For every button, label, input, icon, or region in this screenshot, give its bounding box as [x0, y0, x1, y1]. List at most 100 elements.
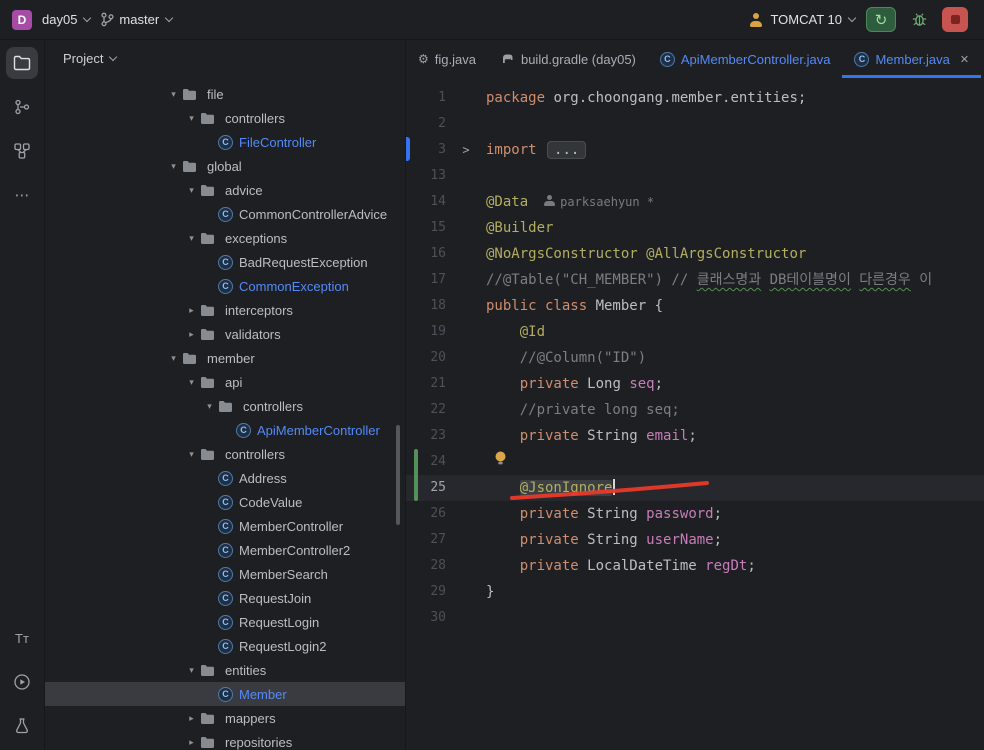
line-number[interactable]: 3	[406, 137, 446, 163]
tree-item-validators[interactable]: ▸ validators	[45, 322, 405, 346]
line-number[interactable]: 25	[406, 475, 446, 501]
line-number[interactable]: 20	[406, 345, 446, 371]
tree-item-global[interactable]: ▾ global	[45, 154, 405, 178]
vcs-change-marker-green[interactable]	[414, 449, 418, 501]
line-number[interactable]: 13	[406, 163, 446, 189]
line-number[interactable]: 23	[406, 423, 446, 449]
tree-item-controllers[interactable]: ▾ controllers	[45, 394, 405, 418]
line-number[interactable]: 30	[406, 605, 446, 631]
tree-item-repositories[interactable]: ▸ repositories	[45, 730, 405, 750]
chevron-down-icon[interactable]: ▾	[165, 161, 182, 172]
line-number[interactable]: 21	[406, 371, 446, 397]
tree-item-api[interactable]: ▾ api	[45, 370, 405, 394]
tree-item-interceptors[interactable]: ▸ interceptors	[45, 298, 405, 322]
fold-chevron-icon[interactable]: >	[446, 137, 486, 163]
chevron-down-icon[interactable]: ▾	[183, 185, 200, 196]
more-tool-windows-button[interactable]: ⋯	[6, 179, 38, 211]
code-line-25[interactable]: 25 @JsonIgnore	[406, 475, 984, 501]
tree-scrollbar[interactable]	[396, 425, 400, 525]
tree-item-commoncontrolleradvice[interactable]: C CommonControllerAdvice	[45, 202, 405, 226]
code-line-24[interactable]: 24	[406, 449, 984, 475]
line-number[interactable]: 16	[406, 241, 446, 267]
tree-item-exceptions[interactable]: ▾ exceptions	[45, 226, 405, 250]
code-line-22[interactable]: 22 //private long seq;	[406, 397, 984, 423]
tree-item-codevalue[interactable]: C CodeValue	[45, 490, 405, 514]
branch-selector[interactable]: master	[100, 12, 174, 27]
commit-tool-button[interactable]	[6, 91, 38, 123]
tree-item-requestlogin2[interactable]: C RequestLogin2	[45, 634, 405, 658]
code-line-21[interactable]: 21 private Long seq;	[406, 371, 984, 397]
tree-item-member[interactable]: ▾ member	[45, 346, 405, 370]
code-line-18[interactable]: 18 public class Member {	[406, 293, 984, 319]
chevron-right-icon[interactable]: ▸	[183, 305, 200, 316]
tree-item-controllers[interactable]: ▾ controllers	[45, 106, 405, 130]
line-number[interactable]: 27	[406, 527, 446, 553]
tree-item-address[interactable]: C Address	[45, 466, 405, 490]
tree-item-filecontroller[interactable]: C FileController	[45, 130, 405, 154]
stop-button[interactable]	[942, 7, 968, 32]
tree-item-entities[interactable]: ▾ entities	[45, 658, 405, 682]
code-line-30[interactable]: 30	[406, 605, 984, 631]
tree-item-apimembercontroller[interactable]: C ApiMemberController	[45, 418, 405, 442]
line-number[interactable]: 29	[406, 579, 446, 605]
intention-bulb-icon[interactable]	[494, 451, 507, 470]
code-line-19[interactable]: 19 @Id	[406, 319, 984, 345]
chevron-right-icon[interactable]: ▸	[183, 737, 200, 748]
tab-build.gradle-day05[interactable]: build.gradle (day05)	[488, 40, 648, 78]
chevron-right-icon[interactable]: ▸	[183, 713, 200, 724]
structure-tool-button[interactable]	[6, 135, 38, 167]
code-line-3[interactable]: 3 > import ...	[406, 137, 984, 163]
code-line-29[interactable]: 29}	[406, 579, 984, 605]
tree-item-badrequestexception[interactable]: C BadRequestException	[45, 250, 405, 274]
line-number[interactable]: 19	[406, 319, 446, 345]
run-button[interactable]: ↻	[866, 7, 896, 32]
line-number[interactable]: 15	[406, 215, 446, 241]
line-number[interactable]: 26	[406, 501, 446, 527]
code-line-20[interactable]: 20 //@Column("ID")	[406, 345, 984, 371]
tree-item-membersearch[interactable]: C MemberSearch	[45, 562, 405, 586]
line-number[interactable]: 14	[406, 189, 446, 215]
line-number[interactable]: 24	[406, 449, 446, 475]
code-line-17[interactable]: 17 //@Table("CH_MEMBER") // 클래스명과 DB테이블명이…	[406, 267, 984, 293]
code-line-16[interactable]: 16 @NoArgsConstructor @AllArgsConstructor	[406, 241, 984, 267]
line-number[interactable]: 17	[406, 267, 446, 293]
code-line-28[interactable]: 28 private LocalDateTime regDt;	[406, 553, 984, 579]
chevron-down-icon[interactable]: ▾	[201, 401, 218, 412]
line-number[interactable]: 18	[406, 293, 446, 319]
code-line-23[interactable]: 23 private String email;	[406, 423, 984, 449]
line-number[interactable]: 2	[406, 111, 446, 137]
line-number[interactable]: 22	[406, 397, 446, 423]
chevron-down-icon[interactable]: ▾	[183, 449, 200, 460]
chevron-right-icon[interactable]: ▸	[183, 329, 200, 340]
code-line-1[interactable]: 1 package org.choongang.member.entities;	[406, 85, 984, 111]
code-line-13[interactable]: 13	[406, 163, 984, 189]
code-line-14[interactable]: 14 @Data parksaehyun *	[406, 189, 984, 215]
tab-member.java[interactable]: C Member.java ✕	[842, 40, 981, 78]
chevron-down-icon[interactable]: ▾	[183, 113, 200, 124]
code-line-2[interactable]: 2	[406, 111, 984, 137]
project-tool-button[interactable]	[6, 47, 38, 79]
tree-item-membercontroller[interactable]: C MemberController	[45, 514, 405, 538]
tree-item-commonexception[interactable]: C CommonException	[45, 274, 405, 298]
vcs-change-marker-blue[interactable]	[406, 137, 410, 161]
chevron-down-icon[interactable]: ▾	[183, 665, 200, 676]
code-line-27[interactable]: 27 private String userName;	[406, 527, 984, 553]
code-line-26[interactable]: 26 private String password;	[406, 501, 984, 527]
project-selector[interactable]: day05	[42, 12, 92, 27]
tab-fig.java[interactable]: ⚙ fig.java	[406, 40, 488, 78]
profiler-tool-button[interactable]	[6, 710, 38, 742]
services-tool-button[interactable]	[6, 666, 38, 698]
close-icon[interactable]: ✕	[960, 53, 969, 66]
code-line-15[interactable]: 15 @Builder	[406, 215, 984, 241]
tree-item-membercontroller2[interactable]: C MemberController2	[45, 538, 405, 562]
run-config-selector[interactable]: TOMCAT 10	[749, 12, 857, 27]
debug-button[interactable]	[907, 8, 931, 32]
chevron-down-icon[interactable]: ▾	[183, 233, 200, 244]
tree-item-requestlogin[interactable]: C RequestLogin	[45, 610, 405, 634]
chevron-down-icon[interactable]: ▾	[183, 377, 200, 388]
tree-item-mappers[interactable]: ▸ mappers	[45, 706, 405, 730]
line-number[interactable]: 1	[406, 85, 446, 111]
editor-code[interactable]: 1 package org.choongang.member.entities; 2…	[406, 78, 984, 750]
project-panel-header[interactable]: Project	[45, 40, 405, 76]
tree-item-member[interactable]: C Member	[45, 682, 405, 706]
